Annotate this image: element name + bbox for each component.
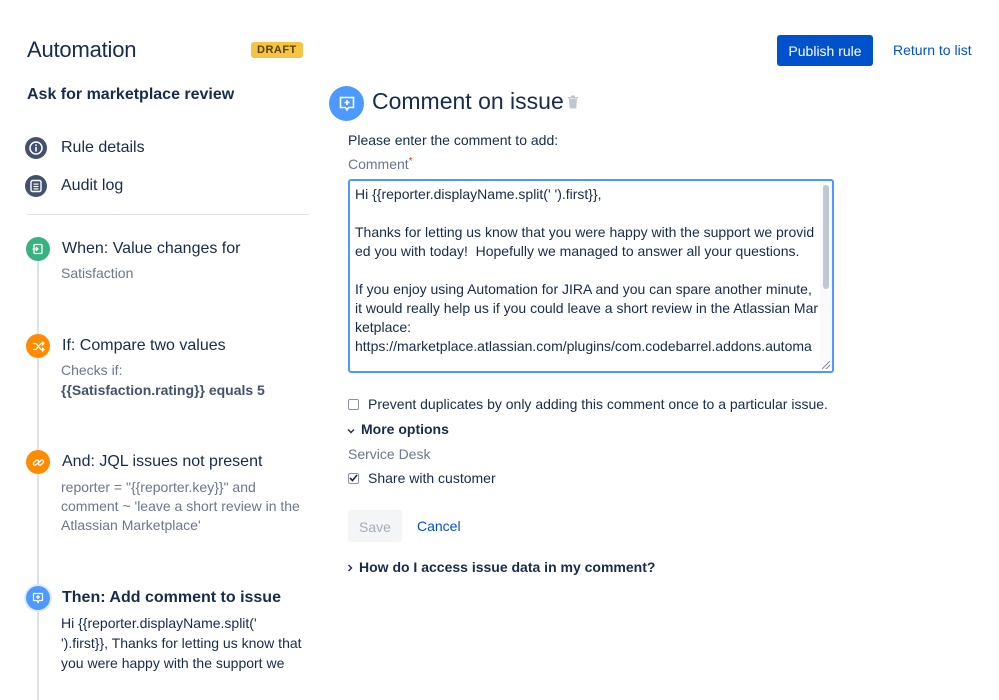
shuffle-icon[interactable]	[26, 334, 50, 358]
textarea-scrollbar[interactable]	[820, 181, 832, 371]
step-title-action[interactable]: Then: Add comment to issue	[62, 589, 281, 607]
share-with-customer-label[interactable]: Share with customer	[368, 470, 496, 486]
step-detail: you were happy with the support we	[61, 655, 285, 671]
more-options-toggle[interactable]: More options	[347, 421, 449, 437]
more-options-label[interactable]: More options	[361, 421, 449, 437]
trash-icon[interactable]	[567, 95, 579, 114]
resize-handle[interactable]	[822, 361, 830, 369]
share-with-customer-checkbox[interactable]	[348, 472, 359, 484]
step-detail: Satisfaction	[61, 265, 134, 281]
chevron-down-icon	[347, 421, 355, 437]
status-badge: DRAFT	[251, 42, 303, 58]
step-title-trigger[interactable]: When: Value changes for	[62, 240, 240, 258]
comment-issue-icon	[329, 86, 364, 121]
divider	[27, 214, 309, 215]
required-marker: *	[408, 156, 413, 167]
chevron-right-icon	[347, 559, 353, 575]
step-detail-bold: {{Satisfaction.rating}} equals 5	[61, 382, 265, 398]
comment-icon[interactable]	[26, 586, 50, 610]
prevent-duplicates-label[interactable]: Prevent duplicates by only adding this c…	[368, 396, 828, 412]
sidebar-item-audit-log[interactable]: Audit log	[25, 174, 123, 198]
return-to-list-link[interactable]: Return to list	[893, 42, 972, 58]
info-icon	[25, 137, 47, 159]
share-with-customer-row[interactable]: Share with customer	[348, 470, 496, 486]
publish-rule-button[interactable]: Publish rule	[777, 35, 873, 66]
comment-text[interactable]: Hi {{reporter.displayName.split(' ').fir…	[355, 185, 818, 356]
instruction-text: Please enter the comment to add:	[348, 132, 559, 148]
step-detail: ').first}}, Thanks for letting us know t…	[61, 635, 302, 651]
trigger-icon[interactable]	[26, 237, 50, 261]
step-detail: comment ~ 'leave a short review in the	[61, 498, 300, 514]
comment-field-label: Comment*	[348, 156, 413, 172]
rule-name: Ask for marketplace review	[27, 86, 235, 103]
comment-textarea[interactable]: Hi {{reporter.displayName.split(' ').fir…	[348, 179, 834, 373]
prevent-duplicates-row[interactable]: Prevent duplicates by only adding this c…	[348, 396, 828, 412]
step-detail: Checks if:	[61, 362, 123, 378]
issue-data-help-toggle[interactable]: How do I access issue data in my comment…	[347, 559, 655, 575]
app-title: Automation	[27, 37, 137, 62]
issue-data-help-label[interactable]: How do I access issue data in my comment…	[359, 559, 655, 575]
scrollbar-thumb[interactable]	[823, 185, 829, 289]
step-title-condition[interactable]: If: Compare two values	[62, 337, 226, 355]
list-icon	[25, 175, 47, 197]
page-title: Comment on issue	[372, 88, 564, 114]
link-icon[interactable]	[26, 450, 50, 474]
save-button[interactable]: Save	[348, 510, 402, 542]
step-detail: Atlassian Marketplace'	[61, 517, 201, 533]
sidebar-item-label: Rule details	[61, 139, 145, 156]
cancel-button[interactable]: Cancel	[417, 518, 461, 534]
step-detail: Hi {{reporter.displayName.split('	[61, 615, 257, 631]
service-desk-heading: Service Desk	[348, 446, 431, 462]
prevent-duplicates-checkbox[interactable]	[348, 398, 359, 410]
step-title-jql[interactable]: And: JQL issues not present	[62, 453, 262, 471]
step-detail: reporter = "{{reporter.key}}" and	[61, 479, 256, 495]
sidebar-item-label: Audit log	[61, 177, 124, 194]
timeline-connector	[37, 258, 39, 700]
sidebar-item-rule-details[interactable]: Rule details	[25, 136, 145, 160]
